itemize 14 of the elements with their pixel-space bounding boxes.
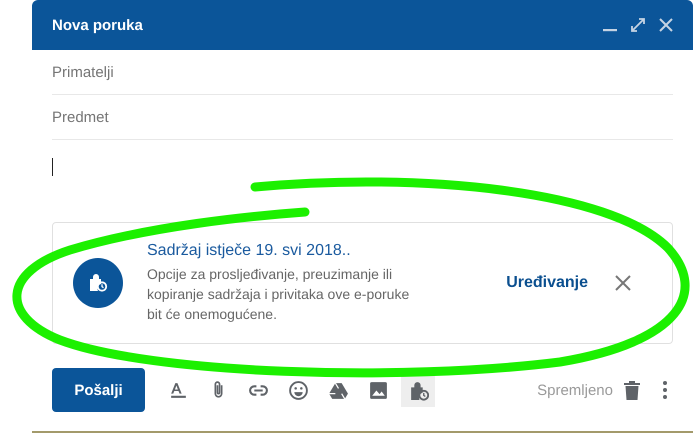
lock-clock-icon <box>73 258 123 308</box>
notice-title: Sadržaj istječe 19. svi 2018.. <box>147 242 352 260</box>
edit-link[interactable]: Uređivanje <box>506 274 588 292</box>
more-icon[interactable] <box>663 381 667 399</box>
image-icon <box>368 380 388 400</box>
send-button[interactable]: Pošalji <box>52 368 145 412</box>
trash-icon[interactable] <box>623 380 641 400</box>
notice-text: Opcije za prosljeđivanje, preuzimanje ili kopiranje sadržaja i privitaka ove e-poruke bit će onemogućene. <box>147 265 410 324</box>
close-icon[interactable] <box>614 274 632 292</box>
text-cursor <box>52 158 53 176</box>
window-title: Nova poruka <box>52 16 144 34</box>
expand-icon[interactable] <box>631 18 645 32</box>
smiley-icon <box>288 380 308 400</box>
saved-status: Spremljeno <box>537 382 613 398</box>
